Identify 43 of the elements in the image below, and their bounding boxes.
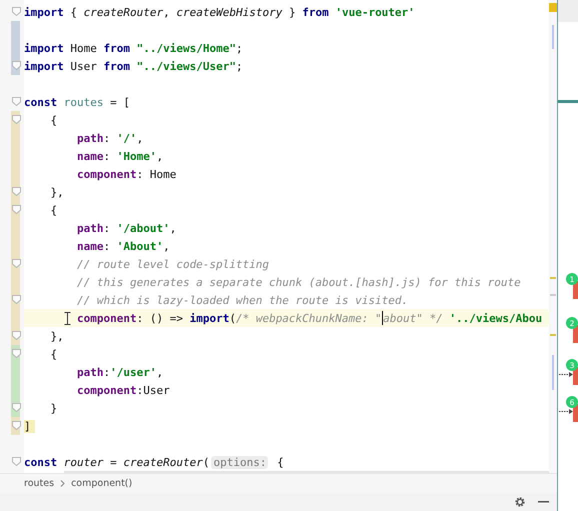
code-text: name: 'About', [76, 240, 170, 252]
code-text: name: 'Home', [76, 150, 164, 162]
code-text: import User from "../views/User"; [24, 60, 243, 72]
code-text: path: '/about', [76, 222, 176, 234]
code-text: // which is lazy-loaded when the route is visited. [76, 294, 408, 306]
code-text: // this generates a separate chunk (about.[hash].js) for this route [76, 276, 521, 288]
code-text: component:User [76, 384, 170, 396]
code-text: component: Home [76, 168, 176, 180]
breadcrumb-item[interactable]: routes [24, 478, 54, 489]
code-text: component: () => import(/* webpackChunkName: " [76, 312, 382, 324]
code-text: { [49, 114, 58, 126]
fold-marker-icon[interactable] [12, 97, 21, 106]
code-text: { [49, 348, 58, 360]
code-text: about" */ '../views/Abou [383, 312, 542, 324]
settings-icon[interactable] [514, 496, 526, 508]
code-text: const routes = [ [24, 96, 130, 108]
fold-marker-icon[interactable] [12, 7, 21, 16]
code-text: path: '/', [76, 132, 144, 144]
scroll-marker [552, 25, 554, 49]
code-text: const router = createRouter( [24, 456, 210, 468]
inlay-hint: options: [211, 456, 268, 468]
code-text: { [49, 204, 58, 216]
code-text: } [49, 402, 58, 414]
chevron-icon [60, 480, 66, 487]
code-text: { [276, 456, 284, 468]
code-text: path:'/user', [76, 366, 164, 378]
scrollbar-track[interactable] [549, 0, 557, 473]
scroll-marker [550, 277, 556, 279]
scroll-marker [552, 355, 554, 390]
panel-header [558, 0, 578, 22]
scroll-marker [550, 334, 556, 336]
code-text: ] [24, 420, 35, 432]
code-text: import { createRouter, createWebHistory } from 'vue-router' [24, 6, 415, 18]
code-text: }, [49, 330, 64, 342]
warning-indicator-icon[interactable] [549, 3, 557, 12]
code-editor[interactable] [0, 0, 557, 473]
scroll-marker [550, 294, 556, 296]
code-text: // route level code-splitting [76, 258, 270, 270]
minimize-icon[interactable] [538, 501, 549, 503]
code-text: }, [49, 186, 64, 198]
fold-marker-icon[interactable] [12, 457, 21, 466]
breadcrumb-item[interactable]: component() [71, 478, 132, 489]
code-text: import Home from "../views/Home"; [24, 42, 243, 54]
